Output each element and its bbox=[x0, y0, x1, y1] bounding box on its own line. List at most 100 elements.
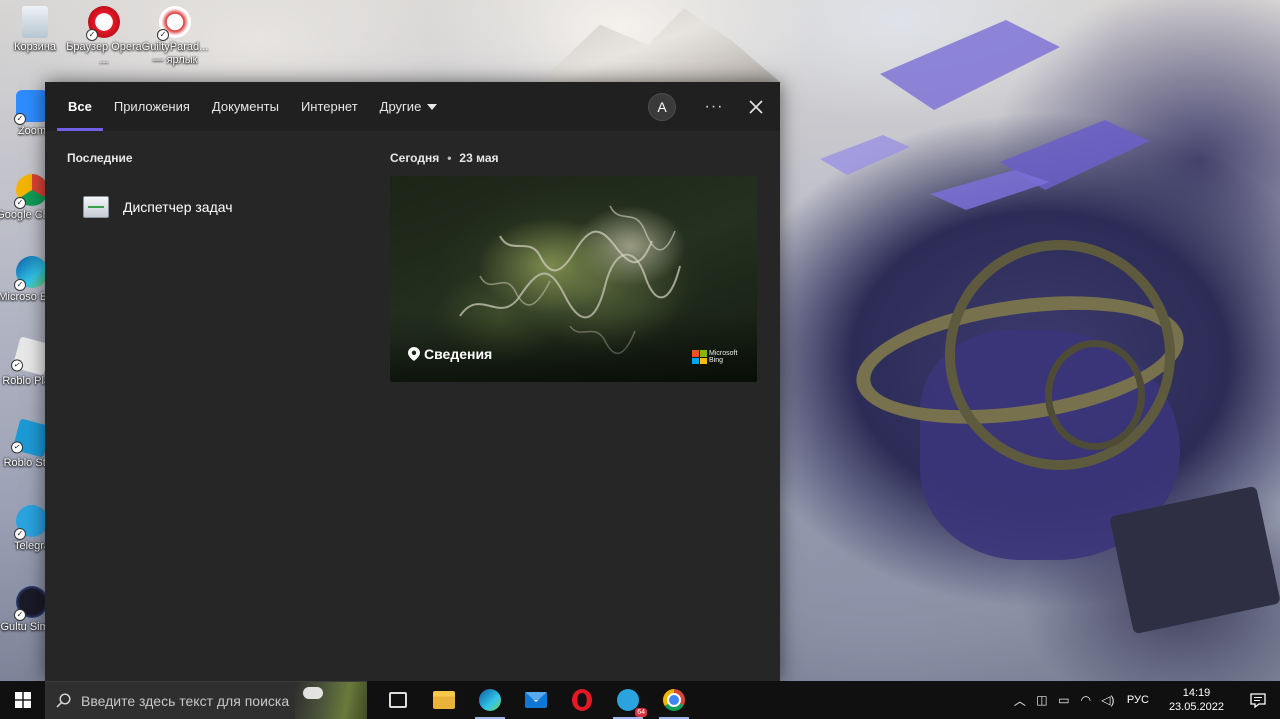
system-tray: ︿ ◫ ▭ ◠ ◁) РУС 14:19 23.05.2022 bbox=[1009, 681, 1280, 719]
shortcut-check-icon: ✓ bbox=[14, 197, 26, 209]
tab-more[interactable]: Другие bbox=[369, 82, 449, 131]
clock-date: 23.05.2022 bbox=[1168, 701, 1224, 713]
telegram-icon: 64 bbox=[617, 689, 647, 717]
location-pin-icon bbox=[408, 347, 420, 361]
windows-logo-icon bbox=[14, 692, 31, 708]
wifi-icon: ◠ bbox=[1080, 693, 1092, 707]
close-button[interactable] bbox=[734, 87, 778, 127]
taskbar-search-box[interactable]: Введите здесь текст для поиска bbox=[45, 681, 367, 719]
tab-label: Другие bbox=[379, 99, 422, 114]
tab-apps[interactable]: Приложения bbox=[103, 82, 201, 131]
tab-label: Все bbox=[68, 99, 92, 114]
taskbar-chrome[interactable] bbox=[651, 681, 697, 719]
close-icon bbox=[749, 99, 763, 114]
desktop-icon-opera[interactable]: ✓ Браузер Opera ... bbox=[66, 6, 142, 67]
mail-icon bbox=[525, 692, 547, 708]
chevron-up-icon: ︿ bbox=[1013, 693, 1026, 708]
taskbar: Введите здесь текст для поиска 64 ︿ ◫ ▭ … bbox=[0, 681, 1280, 719]
recent-item-label: Диспетчер задач bbox=[123, 199, 233, 215]
today-section-title: Сегодня • 23 мая bbox=[390, 151, 499, 165]
telegram-icon: ✓ bbox=[14, 505, 48, 540]
webcam-icon: ◫ bbox=[1036, 693, 1048, 707]
taskbar-file-explorer[interactable] bbox=[421, 681, 467, 719]
microsoft-bing-logo: Microsoft Bing bbox=[692, 350, 745, 364]
taskbar-mail[interactable] bbox=[513, 681, 559, 719]
shortcut-check-icon: ✓ bbox=[86, 29, 98, 41]
shortcut-check-icon: ✓ bbox=[9, 440, 25, 455]
task-view-icon bbox=[389, 692, 407, 708]
search-panel-body: Последние Диспетчер задач Сегодня • 23 м… bbox=[45, 131, 780, 681]
show-hidden-icons-button[interactable]: ︿ bbox=[1009, 681, 1031, 719]
tray-volume[interactable]: ◁) bbox=[1097, 681, 1119, 719]
wallpaper-ring bbox=[1045, 340, 1145, 450]
notification-icon bbox=[1250, 693, 1266, 708]
tab-documents[interactable]: Документы bbox=[201, 82, 290, 131]
shortcut-check-icon: ✓ bbox=[9, 358, 25, 373]
separator-dot: • bbox=[447, 151, 452, 165]
action-center-button[interactable] bbox=[1236, 681, 1280, 719]
more-options-button[interactable]: ··· bbox=[694, 87, 734, 127]
windows-search-panel: Все Приложения Документы Интернет Другие… bbox=[45, 82, 780, 681]
brand-line-2: Bing bbox=[709, 357, 724, 364]
bing-image-card[interactable]: Сведения Microsoft Bing bbox=[390, 176, 757, 382]
clock-time: 14:19 bbox=[1182, 687, 1211, 699]
desktop-icon-guilty-paradise[interactable]: ✓ GuiltyParad... — ярлык bbox=[137, 6, 213, 67]
desktop-icon-label: Корзина bbox=[14, 41, 56, 53]
start-button[interactable] bbox=[0, 681, 45, 719]
shortcut-check-icon: ✓ bbox=[14, 609, 26, 621]
search-highlight-image bbox=[295, 682, 367, 719]
tray-network[interactable]: ◠ bbox=[1075, 681, 1097, 719]
wallpaper-crystal bbox=[880, 20, 1060, 110]
guilty-paradise-icon: ✓ bbox=[157, 6, 191, 41]
shortcut-check-icon: ✓ bbox=[14, 528, 26, 540]
edge-icon: ✓ bbox=[14, 256, 48, 291]
wallpaper-crystal bbox=[930, 170, 1050, 210]
chrome-icon bbox=[663, 689, 685, 711]
edge-icon bbox=[479, 689, 501, 711]
shortcut-check-icon: ✓ bbox=[14, 113, 26, 125]
tab-label: Приложения bbox=[113, 99, 190, 114]
recent-section-title: Последние bbox=[67, 151, 133, 165]
desktop-icon-label: Браузер Opera ... bbox=[66, 41, 142, 66]
game-icon: ✓ bbox=[14, 586, 48, 621]
tray-battery[interactable]: ▭ bbox=[1053, 681, 1075, 719]
tab-label: Интернет bbox=[300, 99, 358, 114]
desktop-icon-label: GuiltyParad... — ярлык bbox=[141, 41, 209, 66]
header-actions: A ··· bbox=[648, 82, 780, 131]
recycle-bin-icon bbox=[22, 6, 48, 38]
chrome-icon: ✓ bbox=[14, 174, 48, 209]
chevron-down-icon bbox=[427, 103, 438, 110]
tab-all[interactable]: Все bbox=[57, 82, 103, 131]
opera-icon: ✓ bbox=[86, 6, 120, 41]
notification-badge: 64 bbox=[635, 708, 647, 717]
clock[interactable]: 14:19 23.05.2022 bbox=[1157, 686, 1236, 714]
input-language-indicator[interactable]: РУС bbox=[1119, 694, 1157, 706]
battery-icon: ▭ bbox=[1058, 693, 1070, 707]
account-avatar[interactable]: A bbox=[648, 92, 676, 121]
shortcut-check-icon: ✓ bbox=[157, 29, 169, 41]
microsoft-logo-icon bbox=[692, 350, 707, 364]
tab-label: Документы bbox=[211, 99, 279, 114]
tray-device-icon[interactable]: ◫ bbox=[1031, 681, 1053, 719]
speaker-icon: ◁) bbox=[1101, 693, 1115, 707]
cloud-icon bbox=[303, 687, 323, 699]
search-icon bbox=[45, 693, 81, 708]
today-date: 23 мая bbox=[459, 151, 499, 165]
wallpaper-mountain bbox=[540, 8, 780, 82]
task-manager-icon bbox=[83, 196, 109, 218]
taskbar-opera[interactable] bbox=[559, 681, 605, 719]
search-placeholder: Введите здесь текст для поиска bbox=[81, 692, 290, 709]
taskbar-edge[interactable] bbox=[467, 681, 513, 719]
bing-brand-text: Microsoft Bing bbox=[709, 350, 745, 364]
taskbar-telegram[interactable]: 64 bbox=[605, 681, 651, 719]
tab-web[interactable]: Интернет bbox=[290, 82, 369, 131]
shortcut-check-icon: ✓ bbox=[14, 279, 26, 291]
brand-line-1: Microsoft bbox=[709, 350, 738, 357]
search-filter-bar: Все Приложения Документы Интернет Другие… bbox=[45, 82, 780, 131]
recent-item-task-manager[interactable]: Диспетчер задач bbox=[67, 187, 367, 227]
taskbar-task-view[interactable] bbox=[375, 681, 421, 719]
wallpaper-crystal bbox=[820, 135, 910, 175]
opera-icon bbox=[572, 689, 592, 711]
desktop-icon-recycle-bin[interactable]: Корзина bbox=[0, 6, 73, 54]
taskbar-pinned-apps: 64 bbox=[375, 681, 697, 719]
